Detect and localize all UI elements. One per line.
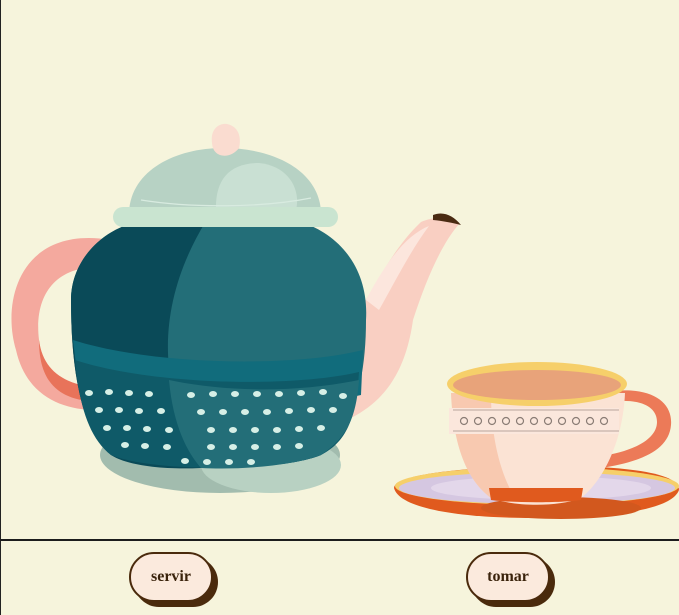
servir-button[interactable]: servir (129, 552, 213, 602)
tea-scene (1, 0, 679, 540)
teapot-icon (11, 123, 461, 493)
divider (0, 539, 679, 541)
tomar-button[interactable]: tomar (466, 552, 550, 602)
tea-illustration (11, 123, 679, 519)
teacup-icon (394, 362, 679, 519)
